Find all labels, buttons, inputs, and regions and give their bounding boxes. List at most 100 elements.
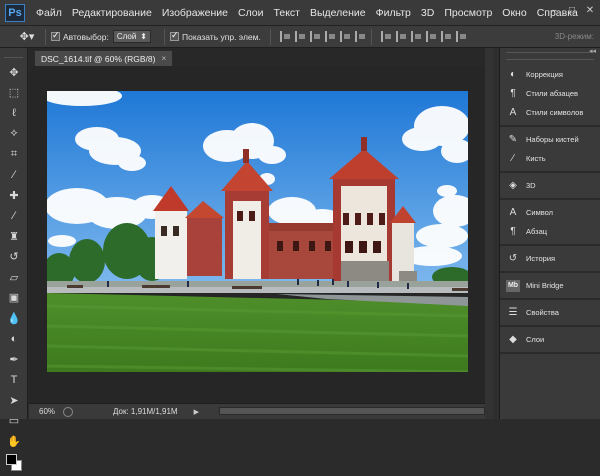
foreground-color-swatch[interactable] bbox=[6, 453, 17, 465]
brush-tool[interactable]: ∕ bbox=[0, 206, 28, 227]
move-tool[interactable]: ✥ bbox=[0, 62, 28, 83]
zoom-level[interactable]: 60% bbox=[29, 407, 63, 416]
dock-grip[interactable] bbox=[506, 52, 594, 60]
quick-select-icon: ⟡ bbox=[10, 127, 18, 140]
distribute-buttons bbox=[380, 31, 467, 42]
menu-layers[interactable]: Слои bbox=[233, 7, 269, 19]
panel-button[interactable]: ◆ Слои bbox=[500, 330, 600, 349]
healing-brush-tool[interactable]: ✚ bbox=[0, 185, 28, 206]
panel-group: ◆ Слои bbox=[500, 327, 600, 354]
close-button[interactable]: ✕ bbox=[584, 5, 596, 17]
vertical-scrollbar[interactable] bbox=[485, 48, 493, 419]
menu-filter[interactable]: Фильтр bbox=[371, 7, 416, 19]
distribute-hcenter-icon[interactable] bbox=[440, 31, 452, 42]
panel-label: Стили символов bbox=[526, 108, 584, 117]
hand-tool[interactable]: ✋ bbox=[0, 431, 28, 452]
clone-stamp-tool[interactable]: ♜ bbox=[0, 226, 28, 247]
blur-tool[interactable]: 💧 bbox=[0, 308, 28, 329]
menu-view[interactable]: Просмотр bbox=[439, 7, 497, 19]
distribute-bottom-icon[interactable] bbox=[410, 31, 422, 42]
lasso-icon: ℓ bbox=[12, 107, 16, 120]
marquee-tool[interactable]: ⬚ bbox=[0, 83, 28, 104]
panel-button[interactable]: ∕ Кисть bbox=[500, 149, 600, 168]
type-tool[interactable]: T bbox=[0, 370, 28, 391]
gradient-icon: ▣ bbox=[8, 292, 20, 305]
menu-image[interactable]: Изображение bbox=[157, 7, 233, 19]
pen-tool[interactable]: ✒ bbox=[0, 349, 28, 370]
color-swatches[interactable] bbox=[0, 452, 28, 476]
eyedropper-tool[interactable]: ⁄ bbox=[0, 165, 28, 186]
pen-icon: ✒ bbox=[9, 353, 19, 366]
distribute-left-icon[interactable] bbox=[425, 31, 437, 42]
document-tab[interactable]: DSC_1614.tif @ 60% (RGB/8) × bbox=[34, 50, 174, 66]
quick-select-tool[interactable]: ⟡ bbox=[0, 124, 28, 145]
shape-tool[interactable]: ▭ bbox=[0, 411, 28, 432]
panel-button[interactable]: ↺ История bbox=[500, 249, 600, 268]
autoselect-value: Слой bbox=[116, 32, 137, 41]
eraser-tool[interactable]: ▱ bbox=[0, 267, 28, 288]
shape-icon: ▭ bbox=[8, 415, 20, 428]
panel-icon: Mb bbox=[506, 279, 520, 292]
panel-button[interactable]: ¶ Абзац bbox=[500, 222, 600, 241]
minimize-button[interactable]: – bbox=[548, 5, 560, 17]
align-hcenter-icon[interactable] bbox=[339, 31, 351, 42]
panel-icon: ¶ bbox=[510, 226, 516, 237]
close-tab-icon[interactable]: × bbox=[161, 54, 166, 63]
maximize-button[interactable]: □ bbox=[566, 5, 578, 17]
panel-button[interactable]: ◐ Коррекция bbox=[500, 65, 600, 84]
panel-icon: ✎ bbox=[508, 134, 518, 145]
panel-group: ↺ История bbox=[500, 246, 600, 273]
autoselect-dropdown[interactable]: Слой ⬍ bbox=[112, 30, 151, 43]
crop-icon: ⌗ bbox=[10, 147, 18, 160]
menu-3d[interactable]: 3D bbox=[416, 7, 439, 19]
status-menu-arrow-icon[interactable]: ▶ bbox=[194, 408, 199, 416]
tool-preset-picker[interactable]: ✥▾ bbox=[14, 28, 40, 46]
panel-button[interactable]: A Стили символов bbox=[500, 103, 600, 122]
menu-type[interactable]: Текст bbox=[269, 7, 305, 19]
lasso-tool[interactable]: ℓ bbox=[0, 103, 28, 124]
panel-button[interactable]: ¶ Стили абзацев bbox=[500, 84, 600, 103]
eyedropper-icon: ⁄ bbox=[13, 168, 15, 181]
crop-tool[interactable]: ⌗ bbox=[0, 144, 28, 165]
align-top-icon[interactable] bbox=[279, 31, 291, 42]
tool-list: ✥ ⬚ ℓ ⟡ ⌗ ⁄ ✚ ∕ ♜ ↺ ▱ ▣ 💧 ◐ ✒ T ➤ ▭ ✋ bbox=[0, 62, 27, 452]
castle-photo bbox=[47, 91, 468, 372]
menu-window[interactable]: Окно bbox=[497, 7, 531, 19]
panel-button[interactable]: ✎ Наборы кистей bbox=[500, 130, 600, 149]
distribute-right-icon[interactable] bbox=[455, 31, 467, 42]
align-bottom-icon[interactable] bbox=[309, 31, 321, 42]
panel-button[interactable]: Mb Mini Bridge bbox=[500, 276, 600, 295]
horizontal-scrollbar[interactable] bbox=[219, 407, 485, 415]
path-select-tool[interactable]: ➤ bbox=[0, 390, 28, 411]
gradient-tool[interactable]: ▣ bbox=[0, 288, 28, 309]
panel-button[interactable]: ☰ Свойства bbox=[500, 303, 600, 322]
document-image[interactable] bbox=[47, 91, 468, 372]
autoselect-checkbox[interactable] bbox=[51, 30, 60, 41]
align-vcenter-icon[interactable] bbox=[294, 31, 306, 42]
panel-group: Mb Mini Bridge bbox=[500, 273, 600, 300]
show-transform-checkbox[interactable] bbox=[170, 30, 179, 41]
panel-icon: ☰ bbox=[508, 307, 518, 318]
panel-label: Наборы кистей bbox=[526, 135, 579, 144]
panel-button[interactable]: ◈ 3D bbox=[500, 176, 600, 195]
panel-button[interactable]: A Символ bbox=[500, 203, 600, 222]
move-icon: ✥ bbox=[9, 66, 19, 79]
history-brush-tool[interactable]: ↺ bbox=[0, 247, 28, 268]
distribute-top-icon[interactable] bbox=[380, 31, 392, 42]
distribute-vcenter-icon[interactable] bbox=[395, 31, 407, 42]
healing-brush-icon: ✚ bbox=[9, 189, 19, 202]
dodge-tool[interactable]: ◐ bbox=[0, 329, 28, 350]
align-right-icon[interactable] bbox=[354, 31, 366, 42]
panel-label: Стили абзацев bbox=[526, 89, 578, 98]
zoom-icon[interactable] bbox=[63, 406, 73, 417]
eraser-icon: ▱ bbox=[9, 271, 19, 284]
canvas-background[interactable] bbox=[29, 66, 485, 402]
panel-group: A Символ ¶ Абзац bbox=[500, 200, 600, 246]
history-brush-icon: ↺ bbox=[9, 251, 19, 264]
menu-file[interactable]: Файл bbox=[31, 7, 67, 19]
collapse-panels-icon[interactable]: ◂◂ bbox=[589, 47, 596, 55]
tools-panel-grip[interactable] bbox=[4, 48, 23, 58]
menu-edit[interactable]: Редактирование bbox=[67, 7, 157, 19]
menu-select[interactable]: Выделение bbox=[305, 7, 371, 19]
align-left-icon[interactable] bbox=[324, 31, 336, 42]
